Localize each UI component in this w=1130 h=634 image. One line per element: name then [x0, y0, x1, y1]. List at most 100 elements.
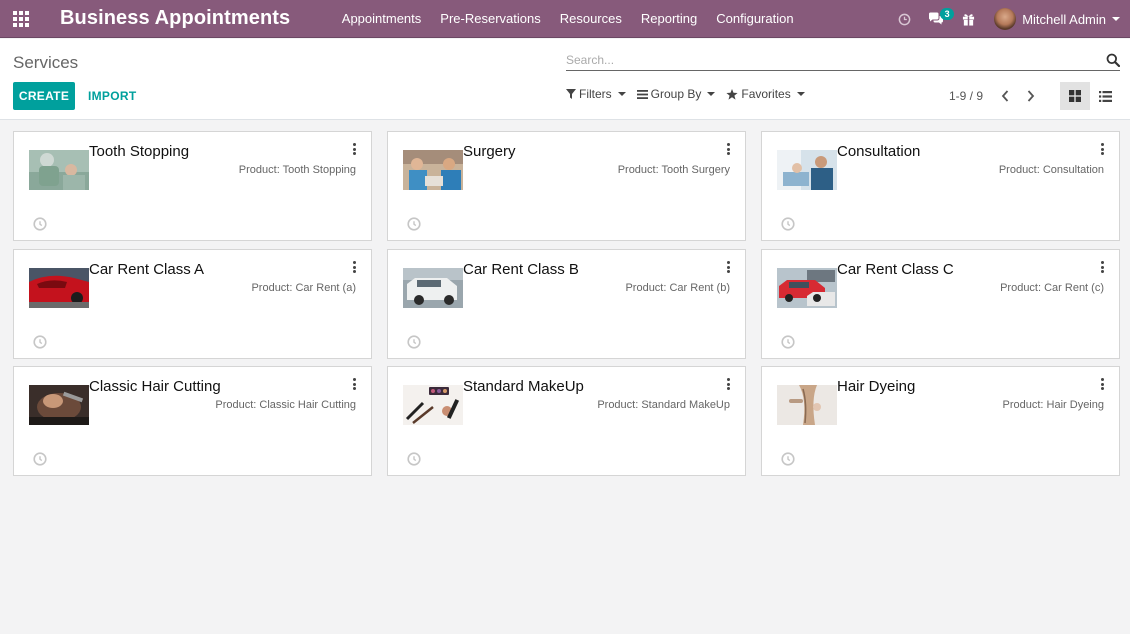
clock-icon[interactable]: [407, 452, 421, 471]
app-brand-title: Business Appointments: [60, 7, 291, 29]
card-options-icon[interactable]: [724, 377, 732, 391]
card-title: Hair Dyeing: [837, 378, 916, 395]
kanban-card[interactable]: Surgery Product: Tooth Surgery: [387, 131, 746, 241]
clock-icon[interactable]: [407, 217, 421, 236]
makeup-photo: [403, 385, 463, 425]
search-input[interactable]: [566, 51, 1086, 69]
chevron-down-icon: [1112, 17, 1120, 21]
kanban-card[interactable]: Consultation Product: Consultation: [761, 131, 1120, 241]
chevron-down-icon: [617, 92, 626, 96]
clock-icon[interactable]: [33, 217, 47, 236]
import-button[interactable]: IMPORT: [88, 82, 136, 110]
bars-icon: [636, 89, 648, 99]
card-title: Consultation: [837, 143, 921, 160]
card-options-icon[interactable]: [1098, 142, 1106, 156]
haircut-photo: [29, 385, 89, 425]
surgery-photo: [403, 150, 463, 190]
chevron-right-icon: [1027, 90, 1035, 102]
card-product: Product: Car Rent (c): [1000, 282, 1104, 294]
user-name: Mitchell Admin: [1022, 11, 1106, 27]
white-suv-photo: [403, 268, 463, 308]
card-product: Product: Hair Dyeing: [1002, 399, 1105, 411]
card-product: Product: Tooth Surgery: [617, 164, 730, 176]
filters-label: Filters: [579, 87, 612, 101]
card-options-icon[interactable]: [350, 142, 358, 156]
kanban-grid-icon: [1069, 90, 1081, 102]
favorites-dropdown[interactable]: Favorites: [726, 87, 805, 101]
top-navbar: Business Appointments Appointments Pre-R…: [0, 0, 1130, 38]
systray: 3 Mitchell Admin: [888, 0, 1130, 38]
group-by-dropdown[interactable]: Group By: [636, 87, 716, 101]
chevron-left-icon: [1001, 90, 1009, 102]
card-title: Car Rent Class B: [463, 261, 579, 278]
search-options: Filters Group By Favorites: [566, 87, 816, 101]
list-icon: [1098, 90, 1112, 102]
kanban-card[interactable]: Classic Hair Cutting Product: Classic Ha…: [13, 366, 372, 476]
user-avatar: [994, 8, 1017, 30]
card-product: Product: Car Rent (b): [625, 282, 730, 294]
menu-resources[interactable]: Resources: [550, 11, 631, 26]
kanban-view-button[interactable]: [1060, 82, 1090, 110]
consultation-photo: [777, 150, 837, 190]
main-menu: Appointments Pre-Reservations Resources …: [332, 0, 803, 38]
card-title: Surgery: [463, 143, 516, 160]
card-options-icon[interactable]: [350, 260, 358, 274]
favorites-label: Favorites: [741, 87, 791, 101]
kanban-card[interactable]: Car Rent Class B Product: Car Rent (b): [387, 249, 746, 359]
search-bar: [566, 51, 1121, 72]
card-options-icon[interactable]: [724, 260, 732, 274]
hair-dyeing-photo: [777, 385, 837, 425]
kanban-card[interactable]: Hair Dyeing Product: Hair Dyeing: [761, 366, 1120, 476]
control-panel: Services CREATE IMPORT Filters Group By …: [0, 39, 1130, 120]
card-title: Classic Hair Cutting: [89, 378, 221, 395]
clock-icon[interactable]: [33, 335, 47, 354]
card-title: Car Rent Class A: [89, 261, 205, 278]
filters-dropdown[interactable]: Filters: [566, 87, 626, 101]
apps-grid-icon: [13, 10, 29, 27]
pager-value[interactable]: 1-9 / 9: [949, 89, 983, 103]
search-icon[interactable]: [1106, 53, 1121, 72]
card-product: Product: Car Rent (a): [251, 282, 356, 294]
card-product: Product: Standard MakeUp: [597, 399, 730, 411]
card-title: Car Rent Class C: [837, 261, 954, 278]
parking-lot-photo: [777, 268, 837, 308]
messages-icon[interactable]: 3: [920, 0, 955, 38]
clock-icon[interactable]: [781, 335, 795, 354]
card-options-icon[interactable]: [1098, 260, 1106, 274]
card-options-icon[interactable]: [724, 142, 732, 156]
create-button[interactable]: CREATE: [13, 82, 75, 110]
menu-reporting[interactable]: Reporting: [631, 11, 706, 26]
card-product: Product: Classic Hair Cutting: [215, 399, 356, 411]
breadcrumb: Services: [13, 53, 79, 72]
list-view-button[interactable]: [1090, 82, 1120, 110]
group-by-label: Group By: [650, 87, 702, 101]
pager-previous-button[interactable]: [998, 88, 1012, 104]
clock-icon[interactable]: [33, 452, 47, 471]
clock-icon[interactable]: [407, 335, 421, 354]
clock-icon[interactable]: [781, 217, 795, 236]
user-menu[interactable]: Mitchell Admin: [994, 8, 1120, 30]
dentist-photo: [29, 150, 89, 190]
clock-icon[interactable]: [781, 452, 795, 471]
chevron-down-icon: [707, 92, 716, 96]
card-options-icon[interactable]: [1098, 377, 1106, 391]
card-product: Product: Tooth Stopping: [238, 164, 356, 176]
kanban-card[interactable]: Car Rent Class A Product: Car Rent (a): [13, 249, 372, 359]
kanban-card[interactable]: Car Rent Class C Product: Car Rent (c): [761, 249, 1120, 359]
card-title: Standard MakeUp: [463, 378, 584, 395]
kanban-card[interactable]: Standard MakeUp Product: Standard MakeUp: [387, 366, 746, 476]
menu-configuration[interactable]: Configuration: [707, 11, 803, 26]
menu-appointments[interactable]: Appointments: [332, 11, 431, 26]
card-product: Product: Consultation: [998, 164, 1104, 176]
red-car-photo: [29, 268, 89, 308]
filter-icon: [566, 89, 576, 99]
star-icon: [726, 88, 738, 100]
gift-icon[interactable]: [952, 0, 984, 38]
chevron-down-icon: [796, 92, 805, 96]
kanban-card[interactable]: Tooth Stopping Product: Tooth Stopping: [13, 131, 372, 241]
card-options-icon[interactable]: [350, 377, 358, 391]
activity-clock-icon[interactable]: [888, 0, 920, 38]
menu-pre-reservations[interactable]: Pre-Reservations: [431, 11, 550, 26]
pager-next-button[interactable]: [1024, 88, 1038, 104]
apps-menu-button[interactable]: [0, 0, 42, 38]
